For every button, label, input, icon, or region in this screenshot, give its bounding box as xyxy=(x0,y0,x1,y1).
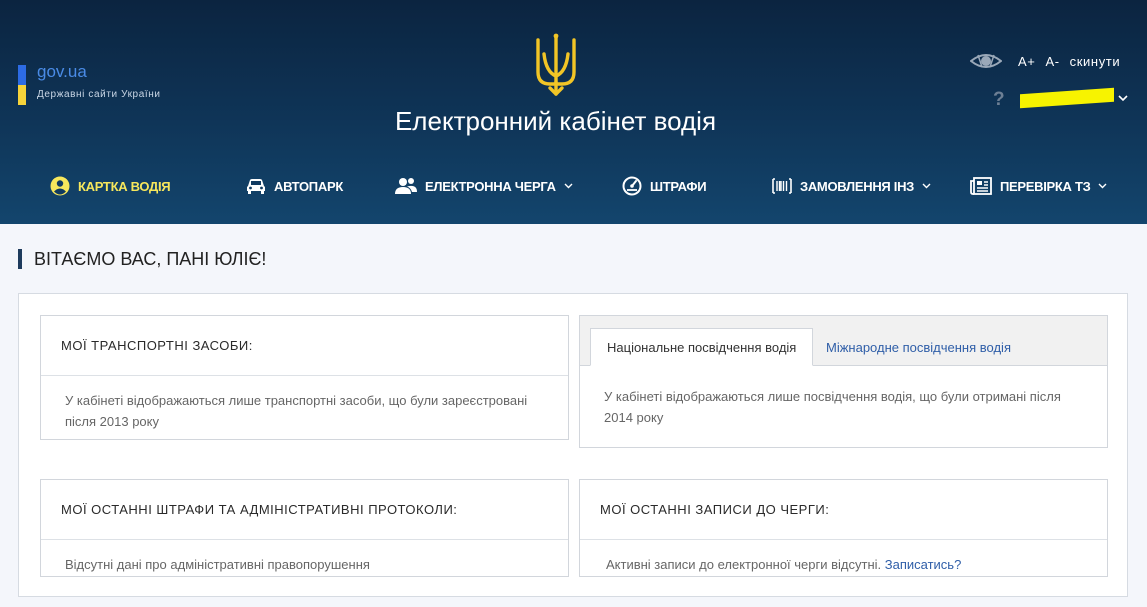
gov-ua-subtitle: Державні сайти України xyxy=(37,89,161,100)
barcode-icon xyxy=(772,178,792,194)
welcome-heading: ВІТАЄМО ВАС, ПАНІ ЮЛІЄ! xyxy=(18,249,266,269)
queue-card-text: Активні записи до електронної черги відс… xyxy=(606,557,882,572)
nav-label: ШТРАФИ xyxy=(650,178,707,194)
nav-label: АВТОПАРК xyxy=(274,178,343,194)
font-increase-button[interactable]: A+ xyxy=(1018,54,1035,69)
ukraine-flag-icon xyxy=(18,65,26,105)
queue-card: МОЇ ОСТАННІ ЗАПИСИ ДО ЧЕРГИ: Активні зап… xyxy=(579,479,1108,577)
nav-driver-card[interactable]: КАРТКА ВОДІЯ xyxy=(50,166,171,206)
gov-ua-name: gov.ua xyxy=(37,62,87,81)
dashboard-panel: МОЇ ТРАНСПОРТНІ ЗАСОБИ: У кабінеті відоб… xyxy=(18,293,1128,597)
font-decrease-button[interactable]: A- xyxy=(1045,54,1059,69)
user-menu[interactable]: Юлія xyxy=(1020,87,1128,109)
nav-electronic-queue[interactable]: ЕЛЕКТРОННА ЧЕРГА xyxy=(395,166,573,206)
chevron-down-icon xyxy=(1098,183,1107,189)
cabinet-title: Електронний кабінет водія xyxy=(394,106,717,136)
accessibility-tools: A+ A- скинути xyxy=(970,52,1130,70)
chevron-down-icon xyxy=(564,183,573,189)
fines-card: МОЇ ОСТАННІ ШТРАФИ ТА АДМІНІСТРАТИВНІ ПР… xyxy=(40,479,569,577)
queue-card-title: МОЇ ОСТАННІ ЗАПИСИ ДО ЧЕРГИ: xyxy=(580,480,1107,540)
site-header: gov.ua Державні сайти України Електронни… xyxy=(0,0,1147,224)
main-nav: КАРТКА ВОДІЯ АВТОПАРК ЕЛЕКТРОННА ЧЕРГА Ш… xyxy=(0,166,1147,206)
document-icon xyxy=(970,177,992,195)
trident-coat-of-arms-icon xyxy=(536,33,576,96)
nav-order-inz[interactable]: ЗАМОВЛЕННЯ ІНЗ xyxy=(772,166,931,206)
speedometer-icon xyxy=(622,176,642,196)
license-card-text: У кабінеті відображаються лише посвідчен… xyxy=(604,389,1061,425)
fines-card-title: МОЇ ОСТАННІ ШТРАФИ ТА АДМІНІСТРАТИВНІ ПР… xyxy=(41,480,568,540)
tab-international-license[interactable]: Міжнародне посвідчення водія xyxy=(810,328,1027,366)
nav-label: КАРТКА ВОДІЯ xyxy=(78,178,171,194)
nav-label: ЕЛЕКТРОННА ЧЕРГА xyxy=(425,178,556,194)
queue-card-body: Активні записи до електронної черги відс… xyxy=(580,540,1107,575)
nav-autopark[interactable]: АВТОПАРК xyxy=(246,166,343,206)
fines-card-text: Відсутні дані про адміністративні правоп… xyxy=(65,557,370,572)
nav-label: ЗАМОВЛЕННЯ ІНЗ xyxy=(800,178,915,194)
eye-accessibility-icon[interactable] xyxy=(970,52,1002,70)
license-card: Національне посвідчення водія Міжнародне… xyxy=(579,315,1108,448)
user-circle-icon xyxy=(50,176,70,196)
vehicles-card-title: МОЇ ТРАНСПОРТНІ ЗАСОБИ: xyxy=(41,316,568,376)
help-icon[interactable]: ? xyxy=(993,89,1005,111)
nav-fines[interactable]: ШТРАФИ xyxy=(622,166,707,206)
vehicles-card-text: У кабінеті відображаються лише транспорт… xyxy=(65,393,528,429)
vehicles-card: МОЇ ТРАНСПОРТНІ ЗАСОБИ: У кабінеті відоб… xyxy=(40,315,569,440)
reset-button[interactable]: скинути xyxy=(1070,54,1121,69)
nav-vehicle-check[interactable]: ПЕРЕВІРКА ТЗ xyxy=(970,166,1107,206)
chevron-down-icon xyxy=(922,183,931,189)
chevron-down-icon xyxy=(1118,95,1128,102)
tab-national-license[interactable]: Національне посвідчення водія xyxy=(590,328,814,366)
license-tabs: Національне посвідчення водія Міжнародне… xyxy=(580,316,1107,366)
users-icon xyxy=(395,178,417,194)
queue-signup-link[interactable]: Записатись? xyxy=(885,557,962,572)
car-icon xyxy=(247,179,265,194)
nav-label: ПЕРЕВІРКА ТЗ xyxy=(1000,178,1091,194)
